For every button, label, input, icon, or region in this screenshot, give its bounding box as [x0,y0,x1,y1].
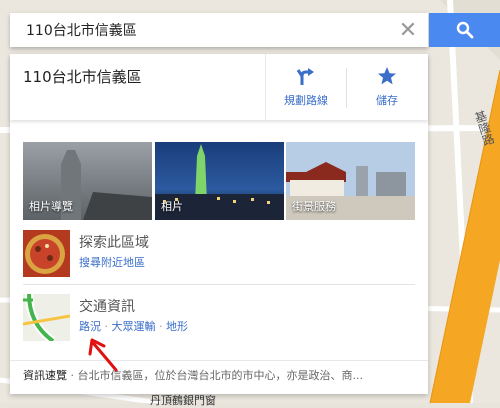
save-button[interactable]: 儲存 [347,54,427,120]
quick-facts-bar[interactable]: 資訊速覽 · 台北市信義區，位於台灣台北市的市中心，亦是政治、商... [10,360,428,387]
place-header: 110台北市信義區 規劃路線 儲存 [10,54,428,120]
annotation-arrow-icon [88,338,118,372]
photos-tile[interactable]: 相片 [155,142,284,220]
search-input[interactable]: 110台北市信義區 [10,20,388,40]
directions-button[interactable]: 規劃路線 [266,54,346,120]
search-nearby-link[interactable]: 搜尋附近地區 [79,254,145,270]
star-icon [378,67,396,85]
transit-link[interactable]: 大眾運輸 [112,320,156,333]
save-label: 儲存 [376,94,398,107]
photo-caption: 相片 [161,200,183,213]
photo-tour-tile[interactable]: 相片導覽 [23,142,152,220]
traffic-map-image [23,294,70,341]
search-bar: 110台北市信義區 ✕ [10,13,428,47]
place-card: 110台北市信義區 規劃路線 儲存 相片導覽 相片 街景服務 探索此區域 搜尋附… [10,54,428,394]
explore-thumbnail [23,230,70,277]
close-icon[interactable]: ✕ [388,13,428,47]
explore-area-item[interactable]: 探索此區域 搜尋附近地區 [23,230,415,282]
map-road-label: 丹頂鶴銀門窗 [150,394,216,407]
street-view-tile[interactable]: 街景服務 [286,142,415,220]
link-separator: · [104,320,109,333]
quick-facts-text: 資訊速覽 · 台北市信義區，位於台灣台北市的市中心，亦是政治、商... [23,367,363,383]
directions-icon [296,68,314,85]
place-actions: 規劃路線 儲存 [265,54,428,120]
traffic-link[interactable]: 路況 [79,320,101,333]
traffic-info-item: 交通資訊 路況 · 大眾運輸 · 地形 [23,294,415,346]
photo-strip: 相片導覽 相片 街景服務 [23,142,415,220]
search-button[interactable] [429,13,500,47]
link-separator: · [159,320,163,333]
food-image [23,230,70,277]
section-divider [23,284,415,285]
traffic-links: 路況 · 大眾運輸 · 地形 [79,318,188,334]
explore-title: 探索此區域 [79,235,149,251]
directions-label: 規劃路線 [284,94,328,107]
traffic-title: 交通資訊 [79,299,135,315]
photo-caption: 相片導覽 [29,200,73,213]
search-icon [456,21,473,39]
place-title: 110台北市信義區 [23,68,142,86]
terrain-link[interactable]: 地形 [166,320,188,333]
traffic-thumbnail [23,294,70,341]
quick-facts-label: 資訊速覽 [23,369,67,382]
photo-caption: 街景服務 [292,200,336,213]
